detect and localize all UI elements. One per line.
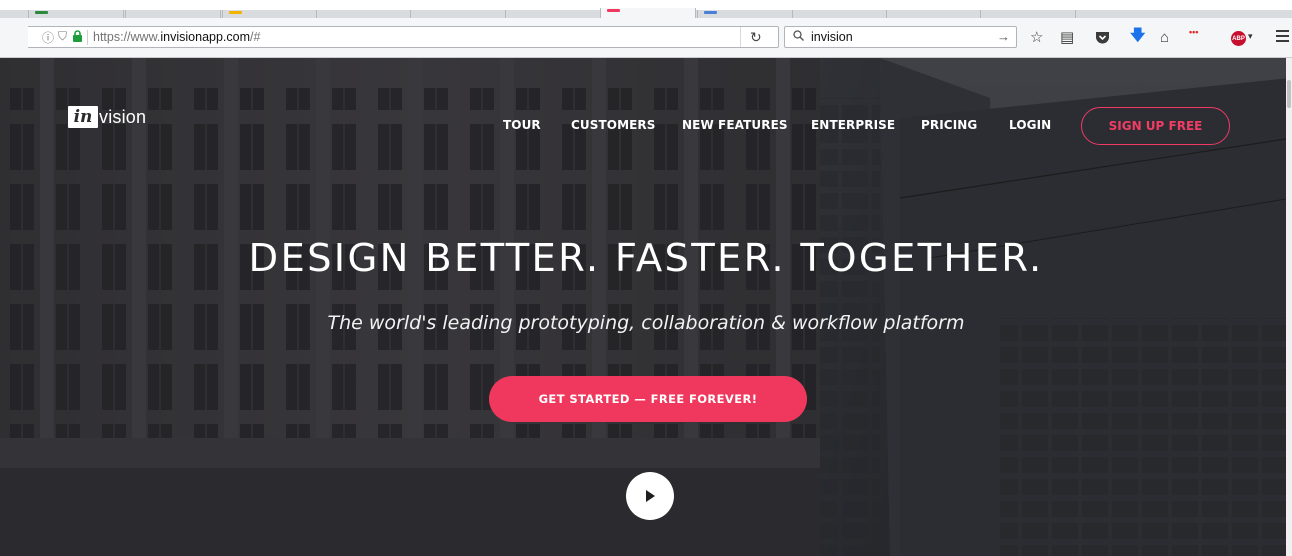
tab-favicon	[35, 11, 48, 14]
url-text[interactable]: https://www.invisionapp.com/#	[93, 30, 260, 44]
tab-favicon	[229, 11, 242, 14]
lock-icon[interactable]	[72, 30, 83, 42]
url-bar[interactable]: ⓘ ⛉ https://www.invisionapp.com/# ↻	[28, 26, 779, 48]
download-icon[interactable]: 🡇	[1130, 27, 1145, 47]
browser-navbar: ⓘ ⛉ https://www.invisionapp.com/# ↻ invi…	[0, 18, 1292, 58]
tab-strip	[0, 0, 1292, 20]
url-separator	[87, 30, 88, 45]
home-icon[interactable]: ⌂	[1160, 27, 1169, 47]
page-scrollbar[interactable]	[1286, 58, 1292, 556]
search-input[interactable]: invision	[811, 30, 853, 44]
reload-icon[interactable]: ↻	[750, 29, 762, 46]
bookmark-star-icon[interactable]: ☆	[1030, 27, 1043, 47]
pocket-icon[interactable]	[1095, 31, 1110, 44]
shield-icon[interactable]: ⛉	[58, 29, 67, 44]
nav-new-features[interactable]: NEW FEATURES	[682, 118, 788, 132]
search-bar[interactable]: invision →	[784, 26, 1017, 48]
hero-subheadline: The world's leading prototyping, collabo…	[327, 312, 965, 334]
nav-customers[interactable]: CUSTOMERS	[571, 118, 656, 132]
menu-icon[interactable]	[1276, 30, 1289, 45]
play-video-button[interactable]	[626, 472, 674, 520]
search-icon	[793, 30, 804, 41]
info-icon[interactable]: ⓘ	[42, 29, 54, 46]
adblock-icon[interactable]: ABP	[1231, 31, 1246, 46]
url-separator	[740, 27, 741, 47]
nav-enterprise[interactable]: ENTERPRISE	[811, 118, 895, 132]
nav-login[interactable]: LOGIN	[1009, 118, 1051, 132]
get-started-button[interactable]: GET STARTED — FREE FOREVER!	[489, 376, 807, 422]
search-go-icon[interactable]: →	[997, 29, 1010, 44]
nav-tour[interactable]: TOUR	[503, 118, 541, 132]
hero-headline: DESIGN BETTER. FASTER. TOGETHER.	[248, 236, 1044, 281]
hero-section: in vision TOUR CUSTOMERS NEW FEATURES EN…	[0, 58, 1292, 556]
tab-favicon	[704, 11, 717, 14]
logo-wordmark: vision	[99, 106, 147, 127]
play-icon	[646, 490, 655, 502]
chevron-down-icon[interactable]: ▾	[1248, 31, 1253, 42]
tab-favicon	[607, 9, 620, 12]
logo-mark: in	[68, 106, 98, 128]
sign-up-button[interactable]: SIGN UP FREE	[1081, 107, 1230, 145]
invision-logo[interactable]: in vision	[68, 106, 146, 128]
extension-badge[interactable]: •••	[1189, 27, 1198, 37]
nav-pricing[interactable]: PRICING	[921, 118, 977, 132]
reading-list-icon[interactable]: ▤	[1060, 27, 1074, 47]
scrollbar-thumb[interactable]	[1287, 80, 1291, 108]
